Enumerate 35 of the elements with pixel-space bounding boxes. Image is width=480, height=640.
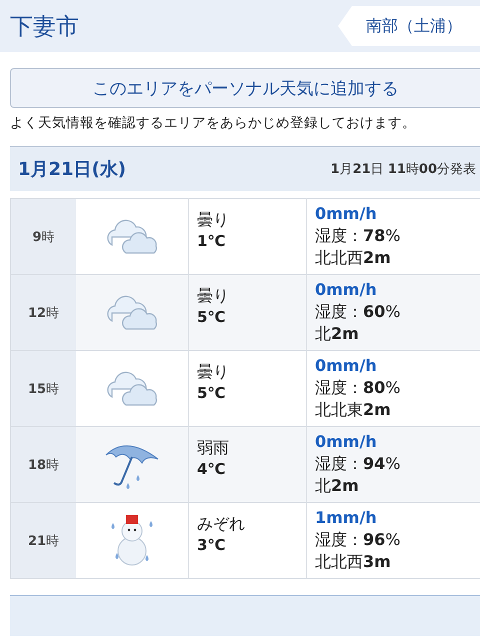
time-cell: 9時	[10, 198, 76, 274]
weather-text: 曇り	[197, 361, 230, 383]
date-text: 1月21日(水)	[18, 158, 126, 181]
weather-text: 曇り	[197, 285, 230, 307]
rainfall-text: 0mm/h	[315, 279, 378, 301]
wind-text: 北2m	[315, 475, 360, 497]
rainfall-text: 1mm/h	[315, 507, 378, 529]
wind-text: 北北西3m	[315, 551, 392, 573]
wind-text: 北2m	[315, 323, 360, 345]
temperature-text: 5℃	[197, 383, 227, 403]
region-button[interactable]: 南部（土浦）	[338, 6, 480, 46]
humidity-text: 湿度：96%	[315, 529, 402, 551]
rainfall-text: 0mm/h	[315, 203, 378, 225]
temperature-text: 5℃	[197, 307, 227, 327]
humidity-text: 湿度：78%	[315, 225, 402, 247]
time-cell: 12時	[10, 274, 76, 350]
temperature-text: 1℃	[197, 231, 227, 251]
humidity-text: 湿度：94%	[315, 453, 402, 475]
wind-text: 北北東2m	[315, 399, 392, 421]
description-text: よく天気情報を確認するエリアをあらかじめ登録しておけます。	[10, 114, 417, 132]
time-cell: 18時	[10, 426, 76, 502]
humidity-text: 湿度：80%	[315, 377, 402, 399]
rainfall-text: 0mm/h	[315, 431, 378, 453]
time-cell: 21時	[10, 502, 76, 578]
temperature-text: 4℃	[197, 459, 227, 479]
wind-text: 北北西2m	[315, 247, 392, 269]
humidity-text: 湿度：60%	[315, 301, 402, 323]
rainfall-text: 0mm/h	[315, 355, 378, 377]
weather-text: 弱雨	[197, 437, 230, 459]
weather-text: みぞれ	[197, 513, 246, 535]
add-area-button[interactable]: このエリアをパーソナル天気に追加する	[10, 68, 480, 108]
weather-text: 曇り	[197, 209, 230, 231]
temperature-text: 3℃	[197, 535, 227, 555]
time-cell: 15時	[10, 350, 76, 426]
city-title: 下妻市	[10, 12, 79, 42]
